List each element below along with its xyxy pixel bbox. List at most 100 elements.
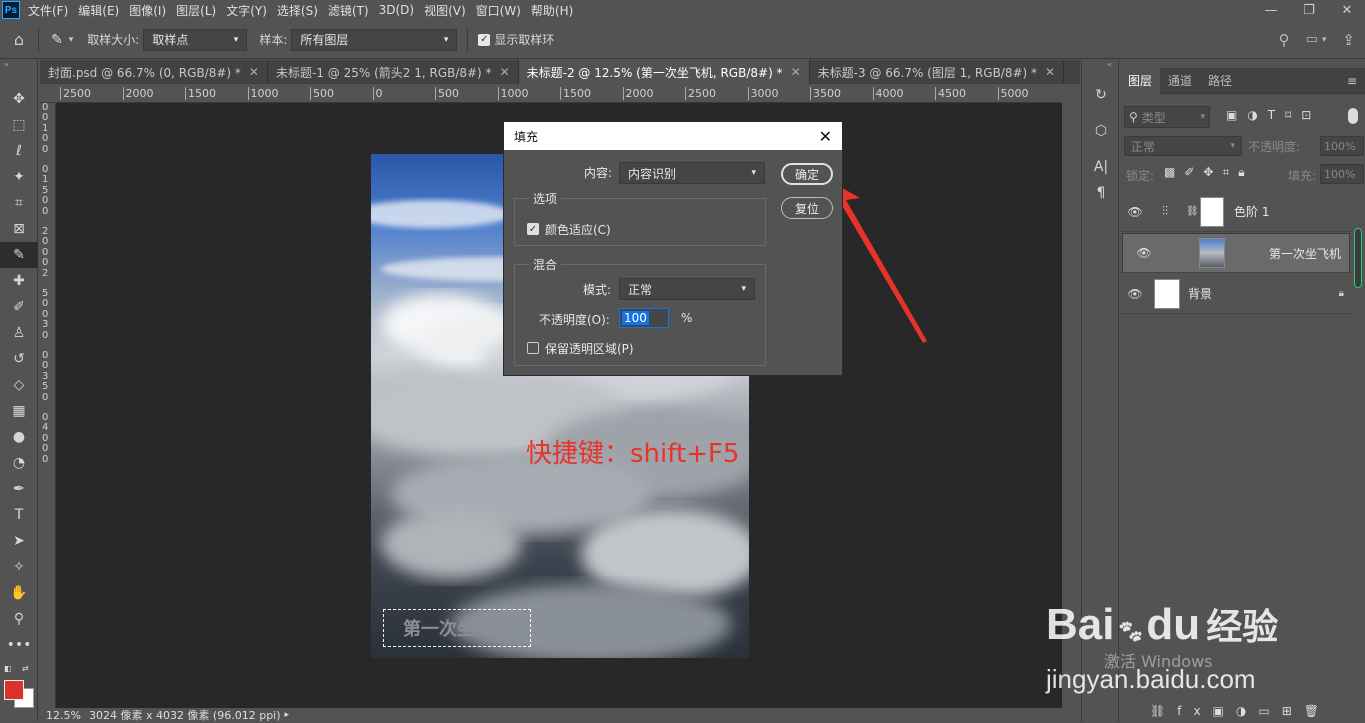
tab-cover[interactable]: 封面.psd @ 66.7% (0, RGB/8#) * ✕	[40, 60, 268, 84]
move-tool-icon[interactable]: ✥	[0, 86, 38, 112]
eraser-tool-icon[interactable]: ◇	[0, 372, 38, 398]
workspace-icon[interactable]: ▭	[1306, 32, 1318, 47]
layer-name: 色阶 1	[1234, 205, 1270, 219]
healing-brush-tool-icon[interactable]: ✚	[0, 268, 38, 294]
lasso-tool-icon[interactable]: ℓ	[0, 138, 38, 164]
content-select[interactable]: 内容识别 ▾	[619, 162, 765, 184]
marquee-tool-icon[interactable]: ⬚	[0, 112, 38, 138]
close-icon[interactable]: ✕	[500, 65, 510, 79]
shortcut-annotation: 快捷键：shift+F5	[526, 439, 740, 469]
color-adapt-checkbox[interactable]: ✓	[527, 223, 539, 235]
menu-edit[interactable]: 编辑(E)	[78, 2, 119, 19]
magic-wand-tool-icon[interactable]: ✦	[0, 164, 38, 190]
path-selection-tool-icon[interactable]: ➤	[0, 528, 38, 554]
gradient-tool-icon[interactable]: ▦	[0, 398, 38, 424]
menu-file[interactable]: 文件(F)	[28, 2, 68, 19]
history-panel-icon[interactable]: ↻	[1082, 82, 1120, 108]
type-tool-icon[interactable]: T	[0, 502, 38, 528]
filter-select[interactable]: ⚲ 类型 ▾	[1124, 106, 1210, 128]
more-tools-icon[interactable]: •••	[0, 632, 38, 658]
layer-actions-icons[interactable]: ⛓fx▣◑▭⊞🗑︎	[1150, 704, 1331, 718]
search-icon[interactable]: ⚲	[1279, 31, 1290, 49]
ok-button[interactable]: 确定	[781, 163, 833, 185]
filter-icons[interactable]: ▣◑T⌑⊡	[1226, 108, 1321, 122]
layers-scrollbar[interactable]	[1354, 228, 1362, 288]
close-window-icon[interactable]: ✕	[1335, 1, 1359, 19]
visibility-eye-icon[interactable]: 👁︎	[1131, 246, 1157, 260]
3d-panel-icon[interactable]: ⬡	[1082, 118, 1120, 144]
sample-size-select[interactable]: 取样点 ▾	[143, 28, 248, 51]
eyedropper-preset-icon[interactable]: ✎	[51, 32, 63, 48]
home-icon[interactable]: ⌂	[0, 30, 38, 49]
fill-input[interactable]: 100%	[1320, 164, 1364, 184]
paragraph-panel-icon[interactable]: ¶	[1082, 180, 1120, 206]
swap-colors-icon[interactable]: ⇄	[22, 664, 32, 674]
chevron-down-icon[interactable]: ▾	[1322, 35, 1327, 45]
search-icon: ⚲	[1129, 110, 1138, 124]
menu-help[interactable]: 帮助(H)	[531, 2, 573, 19]
panel-menu-icon[interactable]: ≡	[1347, 74, 1357, 88]
character-panel-icon[interactable]: A|	[1082, 154, 1120, 180]
marquee-selection[interactable]: 第一次坐飞机	[383, 609, 531, 647]
menu-layer[interactable]: 图层(L)	[176, 2, 216, 19]
tab-untitled-3[interactable]: 未标题-3 @ 66.7% (图层 1, RGB/8#) * ✕	[809, 60, 1065, 84]
show-ring-checkbox[interactable]: ✓	[478, 33, 491, 46]
stamp-tool-icon[interactable]: ♙	[0, 320, 38, 346]
visibility-eye-icon[interactable]: 👁︎	[1122, 287, 1148, 301]
layer-row-levels[interactable]: 👁︎ ⫶⫶ ⛓︎ 色阶 1	[1122, 192, 1350, 232]
filter-toggle[interactable]	[1348, 108, 1358, 124]
close-icon[interactable]: ✕	[249, 65, 259, 79]
menu-window[interactable]: 窗口(W)	[476, 2, 521, 19]
menu-image[interactable]: 图像(I)	[129, 2, 166, 19]
pen-tool-icon[interactable]: ✒	[0, 476, 38, 502]
close-icon[interactable]: ✕	[1045, 65, 1055, 79]
close-icon[interactable]: ✕	[791, 65, 801, 79]
preserve-transparency-checkbox[interactable]	[527, 342, 539, 354]
tab-untitled-2[interactable]: 未标题-2 @ 12.5% (第一次坐飞机, RGB/8#) * ✕	[518, 60, 810, 84]
restore-icon[interactable]: ❐	[1297, 1, 1321, 19]
layer-row-photo[interactable]: 👁︎ 第一次坐飞机	[1122, 233, 1350, 273]
lock-icons[interactable]: ▩✐✥⌗🔒︎	[1164, 165, 1254, 180]
shape-tool-icon[interactable]: ✧	[0, 554, 38, 580]
ruler-v-label: 0	[42, 453, 49, 465]
menu-3d[interactable]: 3D(D)	[379, 3, 414, 17]
menu-type[interactable]: 文字(Y)	[226, 2, 267, 19]
mode-select[interactable]: 正常 ▾	[619, 278, 755, 300]
frame-tool-icon[interactable]: ⊠	[0, 216, 38, 242]
crop-tool-icon[interactable]: ⌗	[0, 190, 38, 216]
close-icon[interactable]: ✕	[819, 127, 832, 146]
layer-row-background[interactable]: 👁︎ 背景 🔒︎	[1122, 274, 1350, 314]
tab-untitled-1[interactable]: 未标题-1 @ 25% (箭头2 1, RGB/8#) * ✕	[267, 60, 519, 84]
opacity-input[interactable]: 100	[619, 308, 669, 328]
collapse-icon[interactable]: »	[0, 60, 37, 70]
visibility-eye-icon[interactable]: 👁︎	[1122, 205, 1148, 219]
chevron-down-icon[interactable]: ▾	[69, 35, 74, 45]
collapse-icon[interactable]: «	[1082, 60, 1118, 70]
tab-paths[interactable]: 路径	[1200, 68, 1240, 94]
tab-channels[interactable]: 通道	[1160, 68, 1200, 94]
default-colors-icon[interactable]: ◧	[4, 664, 14, 674]
chevron-right-icon[interactable]: ▸	[285, 710, 290, 720]
zoom-level[interactable]: 12.5%	[46, 709, 81, 722]
eyedropper-tool-icon[interactable]: ✎	[0, 242, 38, 268]
layer-mask-thumbnail	[1200, 196, 1224, 227]
minimize-icon[interactable]: —	[1259, 1, 1283, 19]
blur-tool-icon[interactable]: ●	[0, 424, 38, 450]
sample-select[interactable]: 所有图层 ▾	[291, 28, 458, 51]
brush-tool-icon[interactable]: ✐	[0, 294, 38, 320]
layer-opacity-input[interactable]: 100%	[1320, 136, 1364, 156]
menu-view[interactable]: 视图(V)	[424, 2, 466, 19]
share-icon[interactable]: ⇪	[1342, 31, 1355, 49]
menu-filter[interactable]: 滤镜(T)	[328, 2, 369, 19]
menu-select[interactable]: 选择(S)	[277, 2, 318, 19]
dodge-tool-icon[interactable]: ◔	[0, 450, 38, 476]
zoom-tool-icon[interactable]: ⚲	[0, 606, 38, 632]
dialog-title-bar[interactable]: 填充 ✕	[504, 122, 842, 150]
reset-button[interactable]: 复位	[781, 197, 833, 219]
hand-tool-icon[interactable]: ✋	[0, 580, 38, 606]
ruler-h-label: 4500	[935, 87, 966, 100]
tab-layers[interactable]: 图层	[1120, 67, 1161, 94]
foreground-color-swatch[interactable]	[4, 680, 24, 700]
blend-mode-select[interactable]: 正常 ▾	[1124, 136, 1242, 156]
history-brush-tool-icon[interactable]: ↺	[0, 346, 38, 372]
